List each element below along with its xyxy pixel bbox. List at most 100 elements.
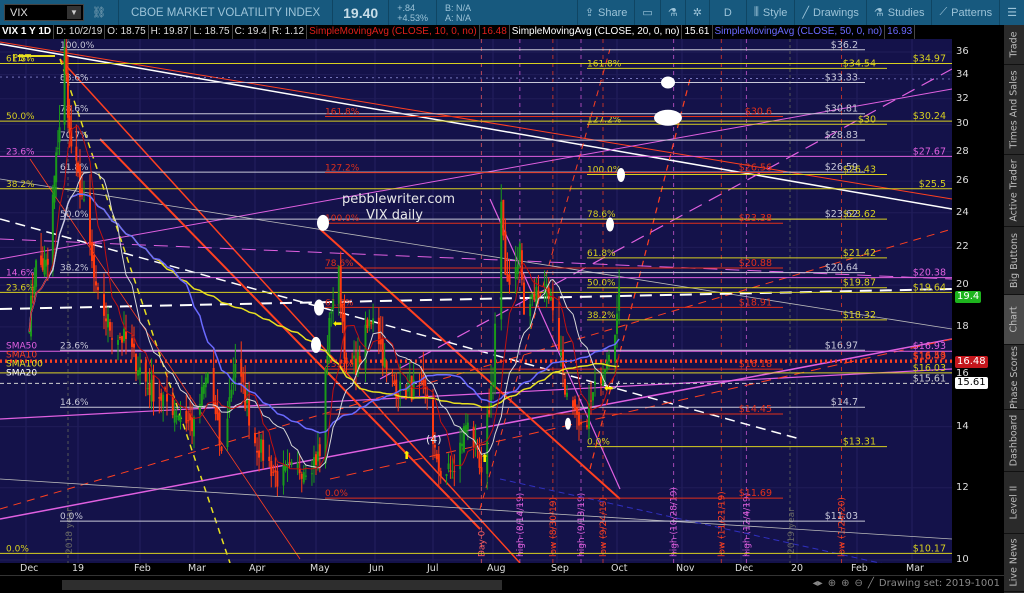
flask-button[interactable]: ⚗ (659, 0, 685, 25)
price-level-label: $10.17 (913, 543, 946, 554)
zoom-in-icon[interactable]: ⊕ (841, 578, 849, 589)
month-label: Feb (851, 563, 868, 574)
candle-body (150, 379, 153, 402)
candle-body (531, 294, 534, 300)
candle-body (254, 432, 256, 444)
price-chart[interactable]: 2018 year 2019 year Day 0 high (8/14/19) low… (0, 39, 952, 563)
price-tick: 18 (956, 320, 969, 332)
sidebar-tab-level-ii[interactable]: Level II (1004, 472, 1024, 534)
share-button[interactable]: ⇪ Share (576, 0, 635, 25)
price-tick: 32 (956, 92, 969, 104)
chart-canvas[interactable]: 2018 year 2019 yearDay 0 high (8/14/19) low… (0, 39, 952, 563)
candle-body (175, 415, 178, 417)
sidebar-tab-trade[interactable]: Trade (1004, 25, 1024, 65)
candle-body (97, 287, 99, 290)
pencil-icon[interactable]: ╱ (868, 578, 874, 589)
sma10-study[interactable]: SimpleMovingAvg (CLOSE, 10, 0, no) (307, 25, 480, 39)
date-marker-label: high (9/13/19) (577, 493, 587, 557)
candle-body (533, 293, 536, 300)
pivot-marker (654, 109, 682, 126)
candle-body (304, 475, 307, 477)
candle-body (177, 415, 180, 421)
candle-body (381, 339, 384, 366)
price-level-label: $20.64 (825, 263, 858, 274)
candle-body (418, 383, 421, 385)
menu-button[interactable]: ☰ (999, 0, 1024, 25)
candle-body (410, 375, 413, 401)
candle-body (89, 192, 91, 246)
price-tick: 26 (956, 175, 969, 187)
fib-level-label: 100.0% (587, 166, 622, 176)
date-marker-label: low (8/30/19) (549, 497, 559, 557)
fib-level-label: 50.0% (6, 112, 35, 122)
scrollbar-thumb[interactable] (62, 580, 502, 590)
studies-button[interactable]: ⚗ Studies (865, 0, 932, 25)
chart-title: VIX 1 Y 1D (0, 25, 55, 39)
price-tick: 22 (956, 241, 969, 253)
patterns-label: Patterns (951, 6, 993, 19)
chevron-down-icon[interactable]: ▼ (67, 6, 81, 19)
sma50-study[interactable]: SimpleMovingAvg (CLOSE, 50, 0, no) (713, 25, 886, 39)
share-label: Share (598, 6, 628, 19)
drawing-set-label[interactable]: Drawing set: 2019-1001 (879, 578, 1000, 589)
symbol-input[interactable]: VIX ▼ (4, 4, 84, 21)
candle-body (137, 370, 139, 376)
candle-body (83, 199, 85, 201)
candle-body (55, 152, 58, 183)
candle-body (216, 407, 219, 421)
month-label: Apr (249, 563, 266, 574)
sidebar-tab-live-news[interactable]: Live News (1004, 534, 1024, 592)
candle-icon: ⫼ (753, 6, 759, 18)
divider (388, 0, 390, 25)
candle-body (206, 373, 209, 384)
time-scrollbar[interactable]: ◂▸ ⊕ ⊕ ⊖ ╱ Drawing set: 2019-1001 (0, 575, 1004, 593)
drawings-button[interactable]: ╱ Drawings (794, 0, 865, 25)
sma20-study[interactable]: SimpleMovingAvg (CLOSE, 20, 0, no) (510, 25, 683, 39)
pivot-marker (317, 214, 329, 231)
price-level-label: $18.32 (843, 310, 876, 321)
style-button[interactable]: ⫼ Style (745, 0, 795, 25)
candle-body (328, 317, 331, 356)
bar-date: D: 10/2/19 (54, 25, 106, 39)
price-level-label: $16.49 (913, 352, 946, 363)
candle-body (166, 394, 168, 402)
price-axis[interactable]: 36 34 32 30 28 26 24 22 20 18 16 14 12 10 19.4 16.48 15.… (952, 39, 1004, 565)
fib-level-label: 23.6% (6, 147, 35, 157)
pivot-marker (661, 76, 675, 89)
price-level-label: $30.81 (825, 104, 858, 115)
fib-level-label: 70.7% (60, 131, 89, 141)
candle-body (330, 311, 333, 314)
alert-button[interactable]: ▭ (634, 0, 659, 25)
sidebar-tab-active-trader[interactable]: Active Trader (1004, 155, 1024, 227)
candle-body (514, 267, 517, 280)
crosshair-icon[interactable]: ⊕ (828, 578, 836, 589)
sidebar-tab-label: Phase Scores (1008, 345, 1020, 409)
period-button[interactable]: D (708, 0, 746, 25)
sidebar-tab-phase-scores[interactable]: Phase Scores (1004, 345, 1024, 410)
candle-body (276, 471, 279, 487)
sidebar-tab-chart[interactable]: Chart (1004, 295, 1024, 345)
month-label: Feb (134, 563, 151, 574)
menu-icon: ☰ (1007, 7, 1017, 19)
candle-body (212, 367, 215, 407)
sidebar-tab-big-buttons[interactable]: Big Buttons (1004, 227, 1024, 295)
link-icon[interactable]: ⛓ (92, 6, 106, 19)
candle-body (551, 297, 554, 311)
sidebar-tab-dashboard[interactable]: Dashboard (1004, 410, 1024, 472)
bar-low: L: 18.75 (191, 25, 233, 39)
sidebar-tab-label: Big Buttons (1008, 233, 1020, 288)
sidebar-tab-times-and-sales[interactable]: Times And Sales (1004, 65, 1024, 155)
candle-body (494, 323, 497, 388)
candle-body (576, 407, 578, 415)
candle-body (318, 444, 321, 457)
patterns-button[interactable]: ⟋ Patterns (931, 0, 999, 25)
candle-body (258, 450, 261, 458)
candle-body (488, 410, 491, 414)
pan-icon[interactable]: ◂▸ (813, 578, 823, 589)
zoom-out-icon[interactable]: ⊖ (854, 578, 862, 589)
fib-level-label: 0.0% (587, 438, 610, 448)
candle-body (490, 386, 493, 407)
ask: A: N/A (444, 12, 471, 23)
settings-button[interactable]: ✲ (684, 0, 709, 25)
price-level-label: $19.64 (913, 282, 946, 293)
